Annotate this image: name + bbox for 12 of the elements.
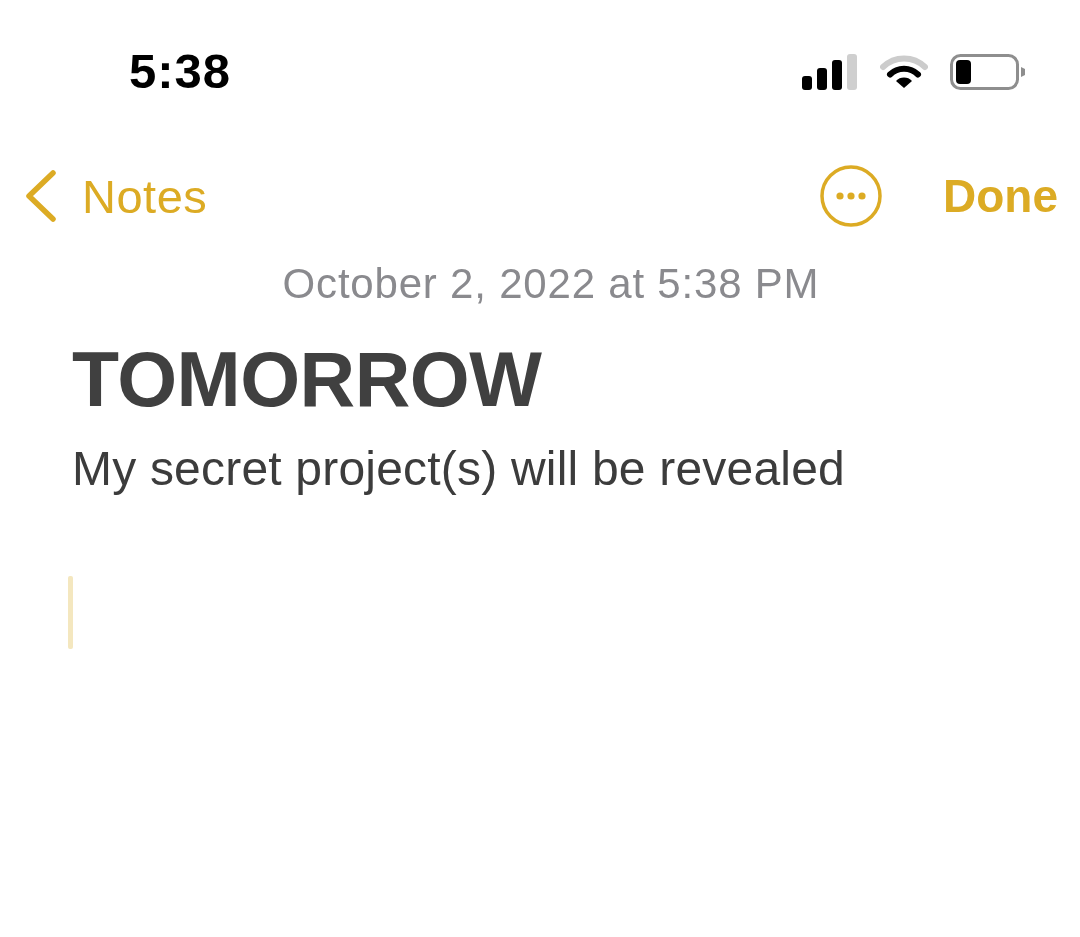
- status-time: 5:38: [129, 43, 232, 99]
- wifi-icon: [880, 55, 928, 89]
- more-icon: [820, 165, 882, 227]
- note-title: TOMORROW: [72, 335, 542, 424]
- note-date: October 2, 2022 at 5:38 PM: [282, 260, 820, 308]
- signal-icon: [802, 54, 858, 90]
- chevron-left-icon: [24, 170, 58, 222]
- battery-icon: [950, 54, 1026, 90]
- more-button[interactable]: [820, 165, 882, 227]
- note-body: My secret project(s) will be revealed: [72, 441, 845, 497]
- back-button[interactable]: Notes: [24, 168, 208, 224]
- done-button[interactable]: Done: [943, 169, 1058, 223]
